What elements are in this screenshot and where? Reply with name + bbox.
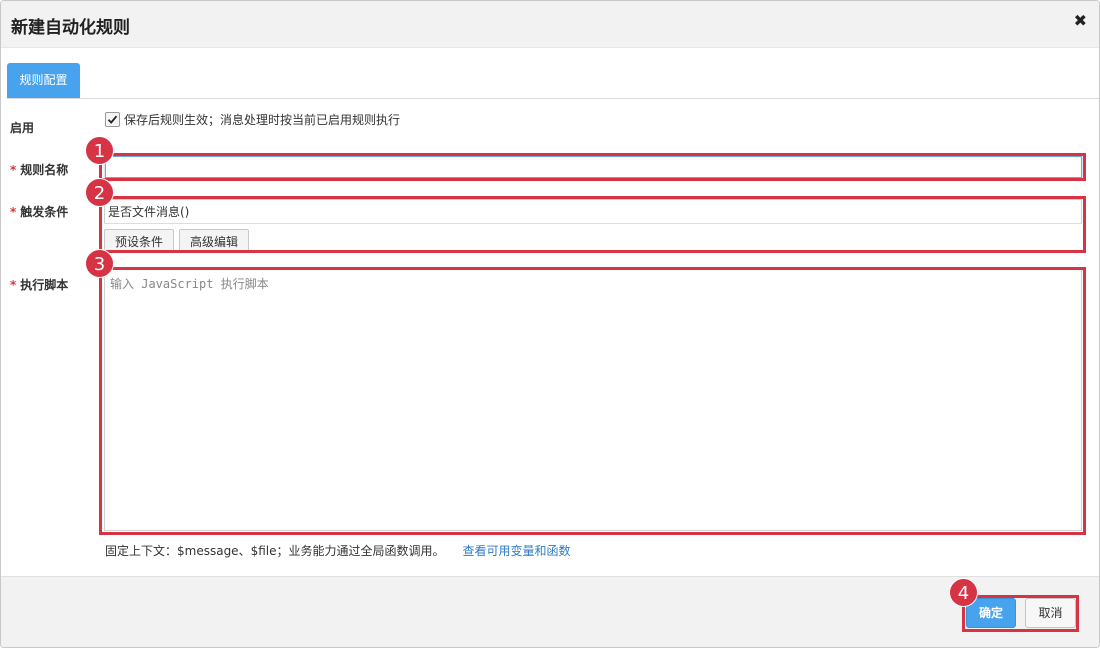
view-variables-link[interactable]: 查看可用变量和函数 xyxy=(462,544,570,558)
required-mark: * xyxy=(10,163,17,177)
tab-rule-config[interactable]: 规则配置 xyxy=(7,63,80,98)
preset-condition-button[interactable]: 预设条件 xyxy=(104,229,175,253)
rule-name-input[interactable] xyxy=(105,156,1082,178)
required-mark: * xyxy=(10,205,17,219)
help-text: 固定上下文：$message、$file；业务能力通过全局函数调用。 xyxy=(105,544,445,558)
check-icon xyxy=(107,115,118,124)
tab-bar: 规则配置 xyxy=(7,63,1099,99)
dialog-header: 新建自动化规则 ✖ xyxy=(1,1,1099,48)
annotation-marker-2: 2 xyxy=(85,178,114,207)
dialog-footer xyxy=(1,576,1099,647)
trigger-condition-field[interactable]: 是否文件消息() xyxy=(104,199,1082,223)
dialog-title: 新建自动化规则 xyxy=(11,18,130,38)
annotation-marker-4: 4 xyxy=(949,578,978,607)
script-placeholder: 输入 JavaScript 执行脚本 xyxy=(110,277,269,291)
trigger-toolbar: 预设条件 高级编辑 xyxy=(104,223,1082,253)
required-mark: * xyxy=(10,278,17,292)
trigger-label: * 触发条件 xyxy=(10,205,69,219)
script-help: 固定上下文：$message、$file；业务能力通过全局函数调用。 查看可用变量… xyxy=(105,542,571,559)
script-editor[interactable]: 输入 JavaScript 执行脚本 xyxy=(104,269,1082,531)
annotation-marker-1: 1 xyxy=(85,136,114,165)
new-automation-rule-dialog: 新建自动化规则 ✖ 规则配置 启用 保存后规则生效；消息处理时按当前已启用规则执… xyxy=(0,0,1100,648)
script-label: * 执行脚本 xyxy=(10,278,69,292)
enable-description: 保存后规则生效；消息处理时按当前已启用规则执行 xyxy=(124,113,401,127)
cancel-button[interactable]: 取消 xyxy=(1025,598,1076,628)
enable-label: 启用 xyxy=(10,121,35,135)
annotation-marker-3: 3 xyxy=(85,249,114,278)
trigger-condition-value: 是否文件消息() xyxy=(108,205,190,219)
advanced-edit-button[interactable]: 高级编辑 xyxy=(179,229,250,253)
rule-name-label: * 规则名称 xyxy=(10,163,69,177)
close-icon[interactable]: ✖ xyxy=(1074,11,1087,30)
enable-checkbox[interactable] xyxy=(105,112,120,127)
